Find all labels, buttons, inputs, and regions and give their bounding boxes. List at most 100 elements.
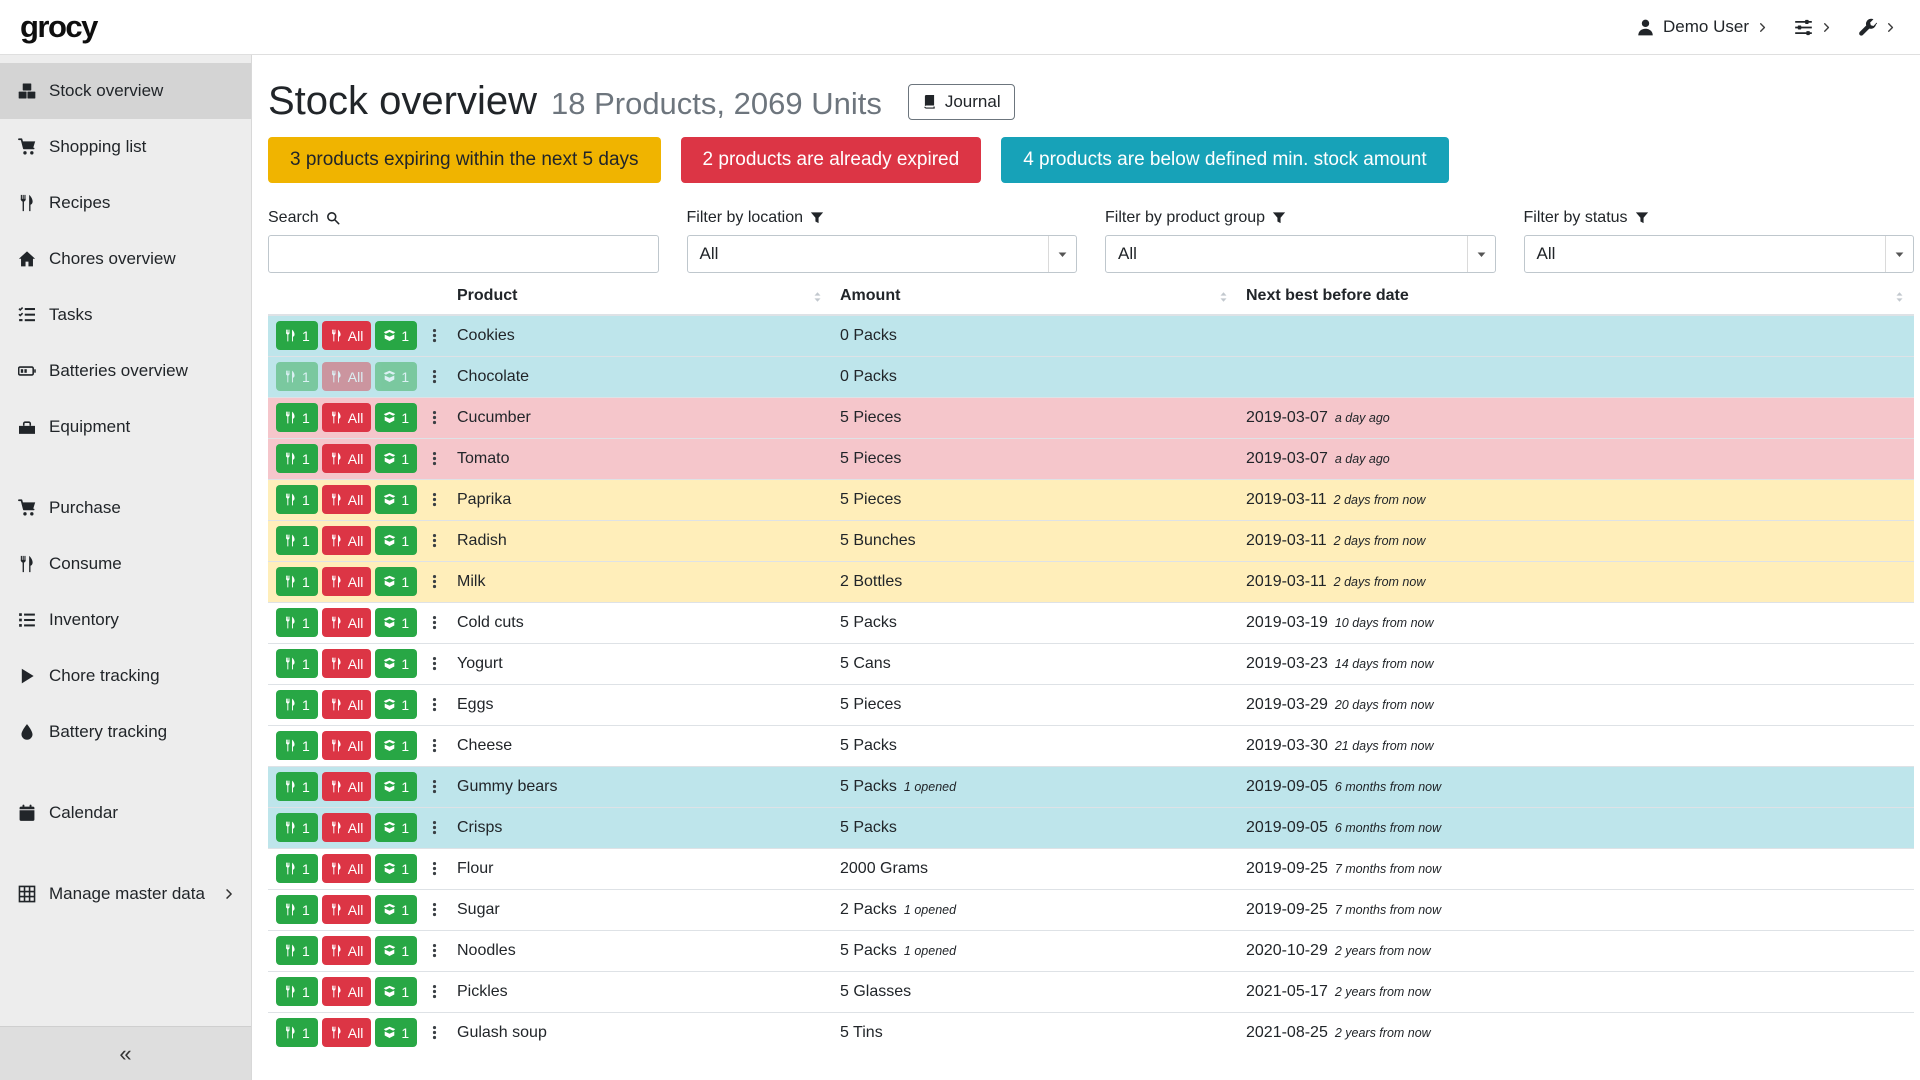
consume-all-button[interactable]: All: [322, 813, 372, 842]
consume-one-button[interactable]: 1: [276, 977, 318, 1006]
status-banner[interactable]: 4 products are below defined min. stock …: [1001, 137, 1448, 183]
open-one-button[interactable]: 1: [375, 567, 417, 596]
consume-one-button[interactable]: 1: [276, 608, 318, 637]
sidebar-item[interactable]: Inventory: [0, 592, 251, 648]
status-banner[interactable]: 3 products expiring within the next 5 da…: [268, 137, 661, 183]
row-menu-button[interactable]: [427, 813, 442, 842]
consume-all-button[interactable]: All: [322, 567, 372, 596]
row-menu-button[interactable]: [427, 977, 442, 1006]
open-one-button[interactable]: 1: [375, 936, 417, 965]
status-select[interactable]: All: [1524, 235, 1915, 273]
column-amount[interactable]: Amount: [832, 283, 1238, 315]
consume-all-button[interactable]: All: [322, 895, 372, 924]
sidebar-item[interactable]: Equipment: [0, 399, 251, 455]
row-menu-button[interactable]: [427, 403, 442, 432]
row-menu-button[interactable]: [427, 567, 442, 596]
row-menu-button[interactable]: [427, 772, 442, 801]
open-one-button[interactable]: 1: [375, 362, 417, 391]
consume-all-button[interactable]: All: [322, 977, 372, 1006]
open-one-button[interactable]: 1: [375, 731, 417, 760]
app-logo[interactable]: grocy: [20, 9, 97, 45]
open-one-button[interactable]: 1: [375, 854, 417, 883]
consume-one-button[interactable]: 1: [276, 567, 318, 596]
sidebar-item[interactable]: Batteries overview: [0, 343, 251, 399]
consume-all-button[interactable]: All: [322, 854, 372, 883]
sidebar-item[interactable]: Consume: [0, 536, 251, 592]
status-banner[interactable]: 2 products are already expired: [681, 137, 982, 183]
open-one-button[interactable]: 1: [375, 649, 417, 678]
row-menu-button[interactable]: [427, 362, 442, 391]
sidebar-item[interactable]: Battery tracking: [0, 704, 251, 760]
row-menu-button[interactable]: [427, 649, 442, 678]
consume-one-button[interactable]: 1: [276, 649, 318, 678]
sidebar-collapse-button[interactable]: «: [0, 1026, 251, 1080]
consume-all-button[interactable]: All: [322, 403, 372, 432]
row-menu-button[interactable]: [427, 526, 442, 555]
open-one-button[interactable]: 1: [375, 444, 417, 473]
open-one-button[interactable]: 1: [375, 485, 417, 514]
consume-one-button[interactable]: 1: [276, 854, 318, 883]
sidebar-item[interactable]: Purchase: [0, 480, 251, 536]
consume-one-button[interactable]: 1: [276, 731, 318, 760]
row-menu-button[interactable]: [427, 936, 442, 965]
column-product[interactable]: Product: [449, 283, 832, 315]
consume-all-button[interactable]: All: [322, 936, 372, 965]
consume-one-button[interactable]: 1: [276, 690, 318, 719]
consume-one-button[interactable]: 1: [276, 1018, 318, 1047]
consume-one-button[interactable]: 1: [276, 813, 318, 842]
consume-one-button[interactable]: 1: [276, 526, 318, 555]
consume-one-button[interactable]: 1: [276, 895, 318, 924]
row-menu-button[interactable]: [427, 485, 442, 514]
search-input[interactable]: [268, 235, 659, 273]
consume-all-button[interactable]: All: [322, 362, 372, 391]
consume-all-button[interactable]: All: [322, 1018, 372, 1047]
location-select[interactable]: All: [687, 235, 1078, 273]
open-one-button[interactable]: 1: [375, 895, 417, 924]
open-one-button[interactable]: 1: [375, 690, 417, 719]
product-group-select[interactable]: All: [1105, 235, 1496, 273]
consume-all-button[interactable]: All: [322, 321, 372, 350]
consume-all-button[interactable]: All: [322, 690, 372, 719]
column-best-before-date[interactable]: Next best before date: [1238, 283, 1914, 315]
sidebar-item[interactable]: Chores overview: [0, 231, 251, 287]
open-one-button[interactable]: 1: [375, 772, 417, 801]
consume-all-button[interactable]: All: [322, 444, 372, 473]
sidebar-item[interactable]: Recipes: [0, 175, 251, 231]
row-menu-button[interactable]: [427, 321, 442, 350]
open-one-button[interactable]: 1: [375, 1018, 417, 1047]
sidebar-item[interactable]: Calendar: [0, 785, 251, 841]
admin-menu[interactable]: [1858, 18, 1896, 37]
open-one-button[interactable]: 1: [375, 403, 417, 432]
consume-one-button[interactable]: 1: [276, 772, 318, 801]
row-menu-button[interactable]: [427, 608, 442, 637]
consume-all-button[interactable]: All: [322, 526, 372, 555]
sidebar-item[interactable]: Stock overview: [0, 63, 251, 119]
consume-one-button[interactable]: 1: [276, 485, 318, 514]
consume-all-button[interactable]: All: [322, 608, 372, 637]
sidebar-item[interactable]: Shopping list: [0, 119, 251, 175]
open-one-button[interactable]: 1: [375, 813, 417, 842]
settings-menu[interactable]: [1794, 18, 1832, 37]
row-menu-button[interactable]: [427, 731, 442, 760]
row-menu-button[interactable]: [427, 444, 442, 473]
consume-all-button[interactable]: All: [322, 772, 372, 801]
sidebar-item[interactable]: Chore tracking: [0, 648, 251, 704]
consume-one-button[interactable]: 1: [276, 321, 318, 350]
row-menu-button[interactable]: [427, 1018, 442, 1047]
open-one-button[interactable]: 1: [375, 608, 417, 637]
consume-all-button[interactable]: All: [322, 731, 372, 760]
consume-all-button[interactable]: All: [322, 649, 372, 678]
consume-one-button[interactable]: 1: [276, 362, 318, 391]
open-one-button[interactable]: 1: [375, 321, 417, 350]
consume-all-button[interactable]: All: [322, 485, 372, 514]
sidebar-item[interactable]: Manage master data: [0, 866, 251, 922]
row-menu-button[interactable]: [427, 854, 442, 883]
consume-one-button[interactable]: 1: [276, 403, 318, 432]
open-one-button[interactable]: 1: [375, 977, 417, 1006]
open-one-button[interactable]: 1: [375, 526, 417, 555]
consume-one-button[interactable]: 1: [276, 936, 318, 965]
row-menu-button[interactable]: [427, 895, 442, 924]
user-menu[interactable]: Demo User: [1636, 17, 1768, 37]
consume-one-button[interactable]: 1: [276, 444, 318, 473]
journal-button[interactable]: Journal: [908, 84, 1015, 120]
